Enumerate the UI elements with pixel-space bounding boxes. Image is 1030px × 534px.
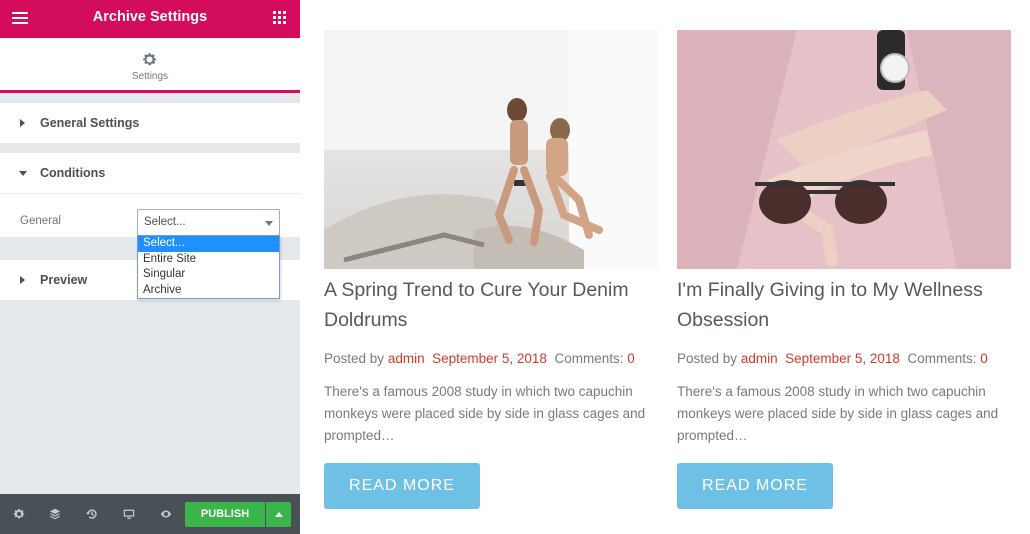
section-title: Preview (40, 273, 88, 287)
condition-dropdown-list: Select... Entire Site Singular Archive (137, 235, 280, 299)
panel-title: Archive Settings (92, 9, 208, 25)
section-header[interactable]: Conditions (0, 153, 300, 193)
post-image[interactable] (677, 30, 1011, 269)
post-title[interactable]: A Spring Trend to Cure Your Denim Doldru… (324, 275, 658, 335)
dropdown-option[interactable]: Archive (138, 283, 279, 299)
comments-label: Comments: (907, 351, 977, 366)
posted-by-label: Posted by (324, 351, 385, 366)
posted-by-label: Posted by (677, 351, 738, 366)
post-excerpt: There's a famous 2008 study in which two… (677, 384, 999, 443)
history-icon[interactable] (85, 507, 99, 521)
section-title: General Settings (40, 116, 140, 130)
eye-icon[interactable] (159, 507, 173, 521)
comments-count-link[interactable]: 0 (627, 351, 635, 366)
gear-icon (143, 53, 157, 66)
post-image[interactable] (324, 30, 658, 269)
select-value: Select... (144, 216, 186, 228)
comments-count-link[interactable]: 0 (980, 351, 988, 366)
section-general-settings[interactable]: General Settings (0, 103, 300, 143)
post-date-link[interactable]: September 5, 2018 (785, 351, 900, 366)
tab-settings[interactable]: Settings (0, 38, 300, 93)
condition-field-label: General (20, 215, 61, 227)
post-meta: Posted by admin September 5, 2018 Commen… (324, 351, 658, 366)
section-title: Conditions (40, 166, 106, 180)
condition-select[interactable]: Select... (137, 209, 280, 236)
caret-right-icon (20, 276, 25, 284)
post-excerpt: There's a famous 2008 study in which two… (324, 384, 646, 443)
publish-options-button[interactable] (266, 502, 291, 527)
post-author-link[interactable]: admin (388, 351, 425, 366)
editor-panel: Archive Settings Settings General Settin… (0, 0, 300, 534)
dropdown-option[interactable]: Entire Site (138, 252, 279, 268)
read-more-button[interactable]: READ MORE (324, 463, 480, 509)
section-conditions: Conditions General Select... (0, 153, 300, 237)
publish-button[interactable]: PUBLISH (185, 502, 265, 527)
post-author-link[interactable]: admin (741, 351, 778, 366)
caret-right-icon (20, 119, 25, 127)
caret-up-icon (275, 512, 283, 517)
responsive-icon[interactable] (122, 507, 136, 521)
condition-row: General Select... (0, 193, 300, 238)
dropdown-option[interactable]: Singular (138, 267, 279, 283)
post-title[interactable]: I'm Finally Giving in to My Wellness Obs… (677, 275, 1011, 335)
widgets-grid-icon[interactable] (273, 11, 286, 24)
chevron-down-icon (265, 221, 273, 226)
post-date-link[interactable]: September 5, 2018 (432, 351, 547, 366)
dropdown-option[interactable]: Select... (138, 236, 279, 252)
tab-settings-label: Settings (131, 71, 169, 82)
gear-icon[interactable] (12, 507, 26, 521)
panel-header: Archive Settings (0, 0, 300, 38)
comments-label: Comments: (554, 351, 624, 366)
post-meta: Posted by admin September 5, 2018 Commen… (677, 351, 1011, 366)
section-header[interactable]: General Settings (0, 103, 300, 143)
layers-icon[interactable] (48, 507, 62, 521)
read-more-button[interactable]: READ MORE (677, 463, 833, 509)
caret-down-icon (19, 171, 27, 176)
